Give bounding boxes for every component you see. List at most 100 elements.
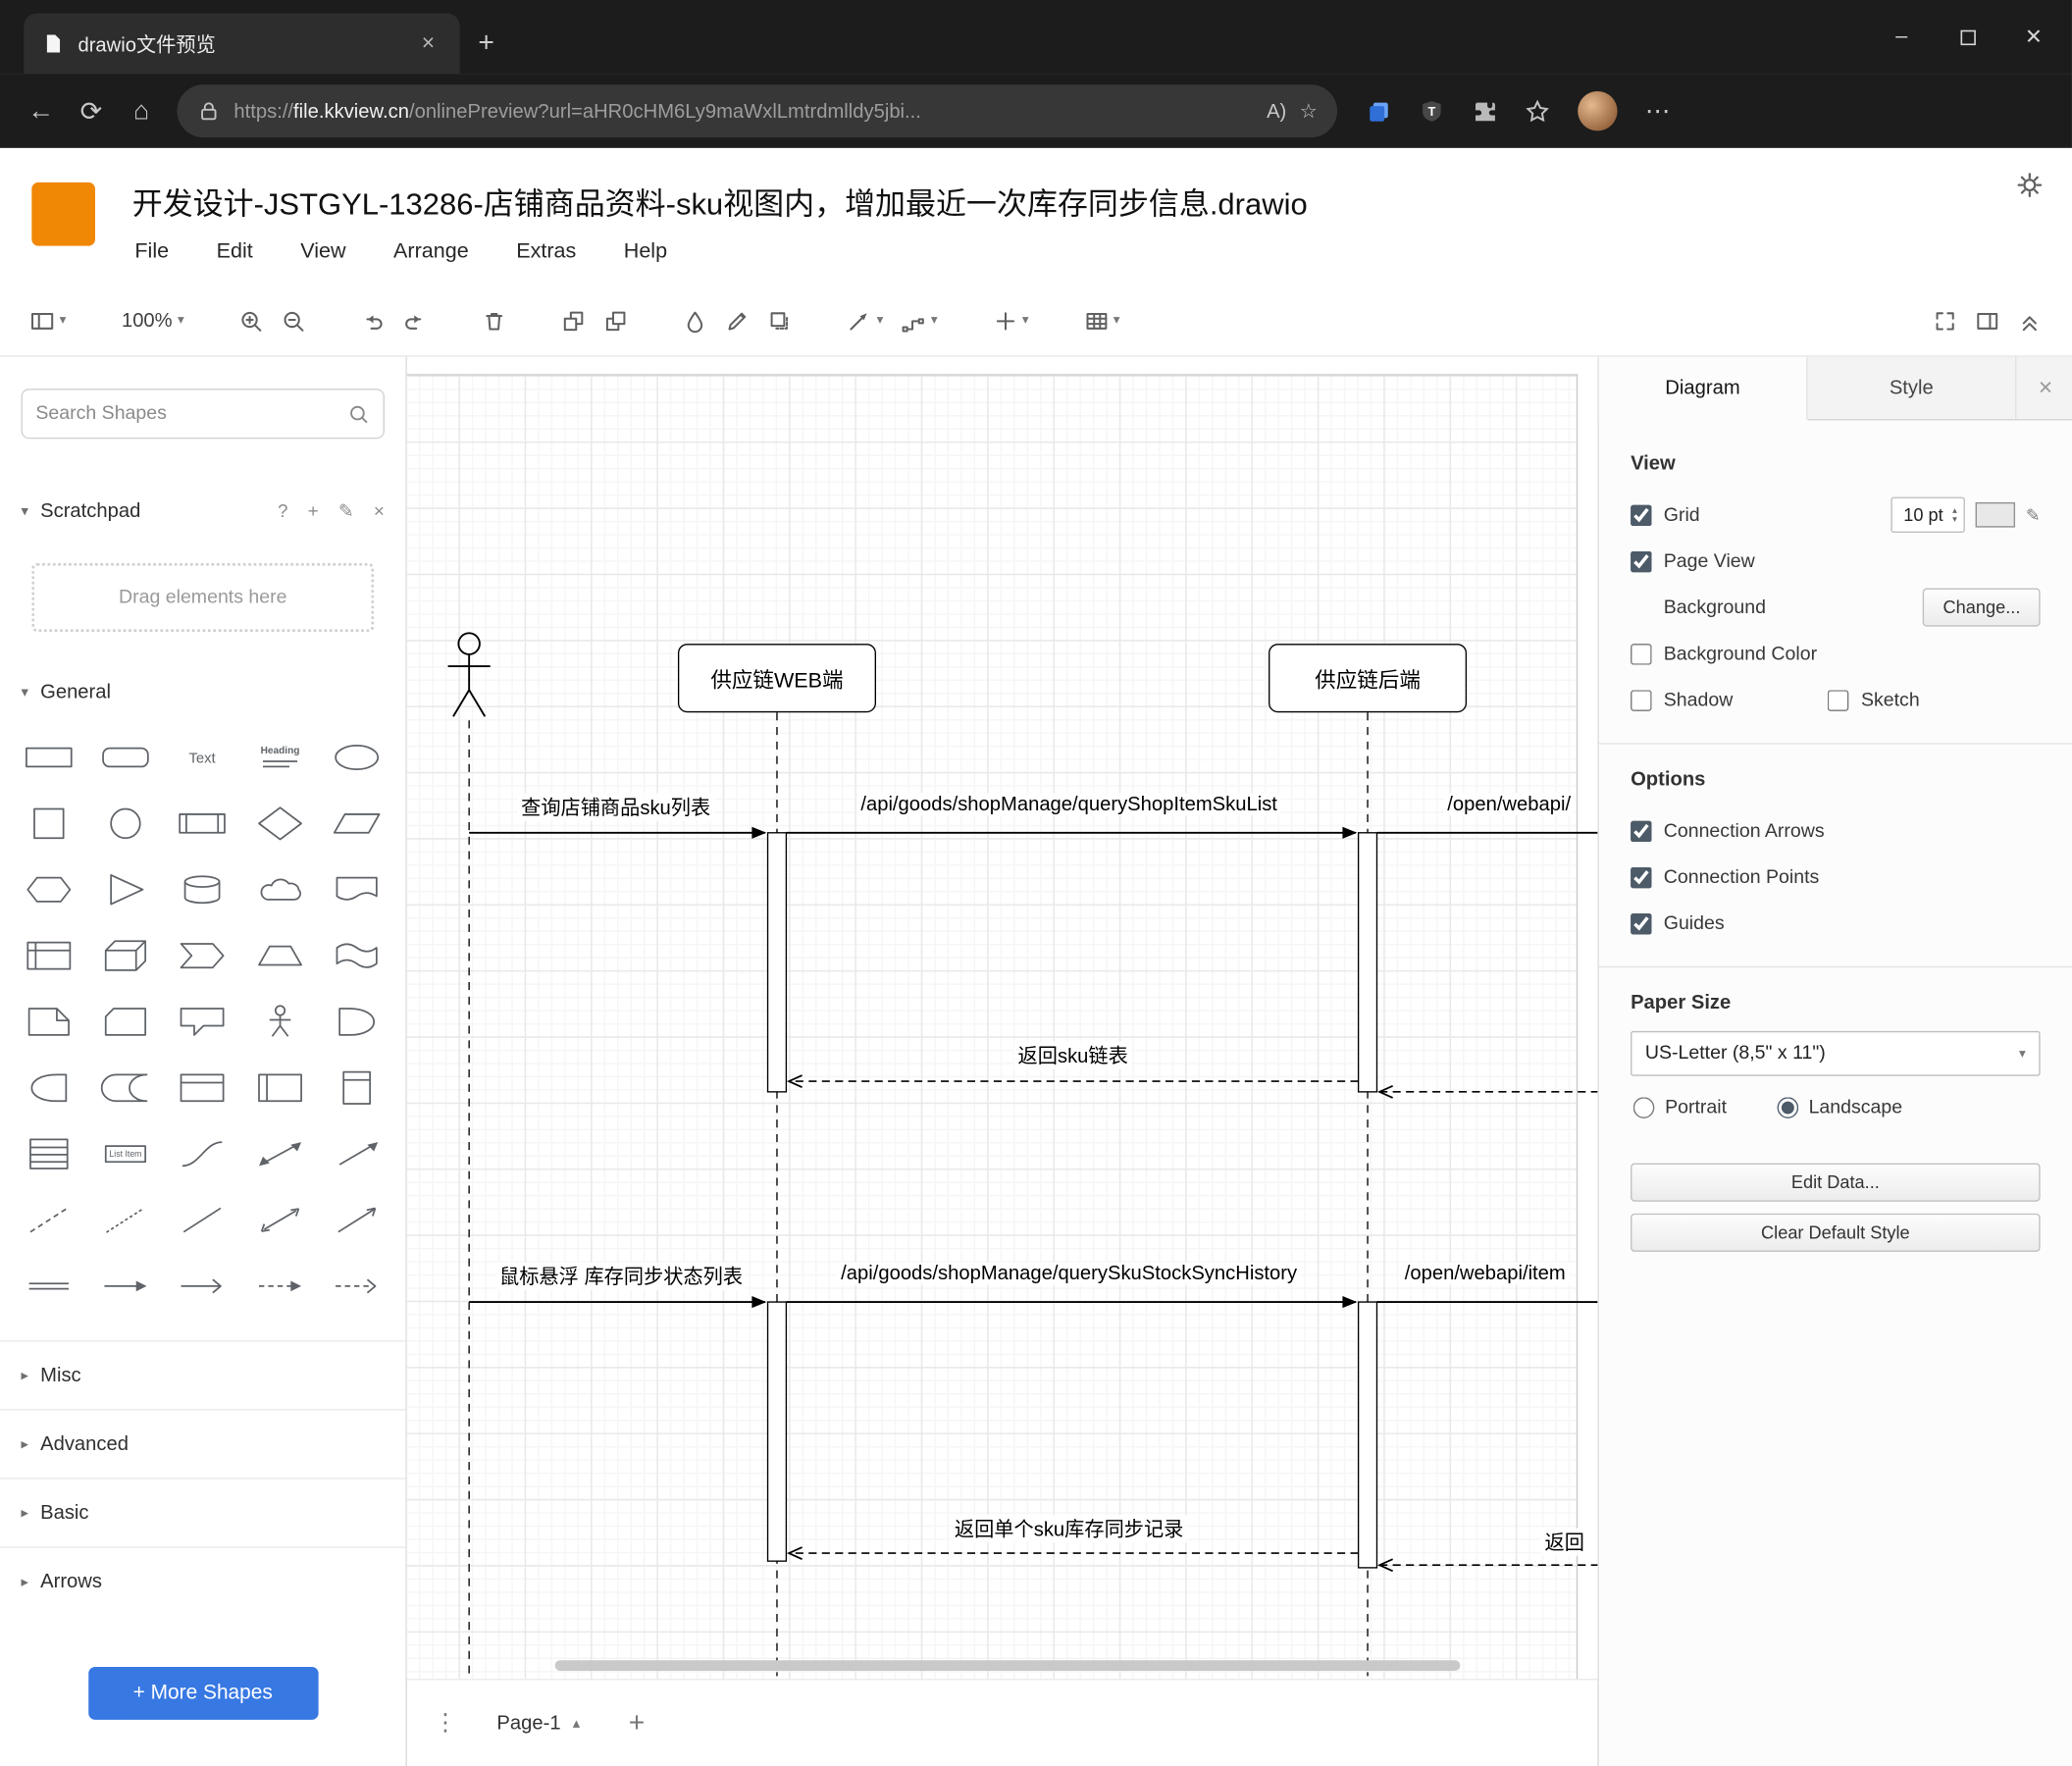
favorites-bar-star-icon[interactable] (1525, 98, 1550, 124)
profile-avatar[interactable] (1578, 90, 1618, 131)
favorite-star-icon[interactable]: ☆ (1300, 99, 1318, 123)
message-label-return-sku-list[interactable]: 返回sku链表 (1013, 1041, 1132, 1069)
connection-points-checkbox[interactable] (1631, 866, 1652, 888)
shape-hexagon[interactable] (11, 857, 87, 922)
connection-arrows-checkbox[interactable] (1631, 819, 1652, 842)
shape-card[interactable] (87, 989, 164, 1055)
zoom-dropdown[interactable]: 100% ▾ (113, 298, 194, 343)
menu-file[interactable]: File (134, 240, 169, 264)
to-back-button[interactable] (596, 298, 638, 343)
zoom-in-button[interactable] (231, 298, 273, 343)
shape-bidirectional-arrow[interactable] (241, 1121, 318, 1187)
pages-menu-icon[interactable]: ⋮ (426, 1709, 465, 1737)
collections-icon[interactable] (1367, 98, 1392, 124)
shape-dotted-line[interactable] (87, 1187, 164, 1253)
shape-cylinder[interactable] (165, 857, 241, 922)
shape-diamond[interactable] (241, 791, 318, 857)
shape-cloud[interactable] (241, 857, 318, 922)
page-view-checkbox[interactable] (1631, 550, 1652, 572)
scratchpad-header[interactable]: ▾ Scratchpad ? + ✎ × (0, 492, 405, 529)
connection-style-button[interactable]: ▾ (839, 298, 893, 343)
grid-color-edit-icon[interactable]: ✎ (2026, 504, 2041, 526)
tab-diagram[interactable]: Diagram (1598, 356, 1808, 421)
grid-color-swatch[interactable] (1975, 501, 2016, 528)
fill-color-button[interactable] (675, 298, 717, 343)
shape-link[interactable] (11, 1253, 87, 1319)
shape-and[interactable] (11, 1055, 87, 1120)
undo-button[interactable] (352, 298, 394, 343)
fullscreen-button[interactable] (1924, 298, 1966, 343)
shape-rectangle[interactable] (11, 724, 87, 790)
shape-callout[interactable] (165, 989, 241, 1055)
shape-dashed-open-arrow[interactable] (318, 1253, 394, 1319)
grid-checkbox[interactable] (1631, 503, 1652, 526)
shape-internal-storage[interactable] (11, 922, 87, 988)
shape-list-item[interactable]: List Item (87, 1121, 164, 1187)
background-color-checkbox[interactable] (1631, 643, 1652, 665)
search-input[interactable] (35, 402, 348, 425)
shape-open-arrow-right[interactable] (165, 1253, 241, 1319)
table-button[interactable]: ▾ (1075, 298, 1129, 343)
shape-note[interactable] (11, 989, 87, 1055)
landscape-radio[interactable] (1777, 1097, 1798, 1118)
more-shapes-button[interactable]: + More Shapes (87, 1666, 318, 1720)
window-close-button[interactable]: ✕ (2000, 0, 2066, 74)
to-front-button[interactable] (553, 298, 596, 343)
shape-parallelogram[interactable] (318, 791, 394, 857)
menu-arrange[interactable]: Arrange (393, 240, 469, 264)
shape-text[interactable]: Text (165, 724, 241, 790)
section-advanced[interactable]: ▸ Advanced (0, 1409, 406, 1478)
extensions-puzzle-icon[interactable] (1472, 98, 1497, 124)
shape-square[interactable] (11, 791, 87, 857)
message-label-open-webapi-item[interactable]: /open/webapi/item (1400, 1262, 1570, 1285)
message-label-hover-stock-sync[interactable]: 鼠标悬浮 库存同步状态列表 (494, 1262, 748, 1290)
back-icon[interactable]: ← (16, 86, 66, 136)
browser-menu-icon[interactable]: ⋯ (1645, 96, 1671, 127)
shape-vertical-pool[interactable] (318, 1055, 394, 1120)
message-label-return-single-sku[interactable]: 返回单个sku库存同步记录 (950, 1515, 1188, 1543)
home-icon[interactable]: ⌂ (117, 86, 167, 136)
redo-button[interactable] (394, 298, 437, 343)
menu-view[interactable]: View (300, 240, 345, 264)
shape-arrow-right[interactable] (87, 1253, 164, 1319)
section-arrows[interactable]: ▸ Arrows (0, 1546, 406, 1615)
url-bar[interactable]: https://file.kkview.cn/onlinePreview?url… (177, 84, 1338, 138)
spinner-arrows[interactable]: ▴ ▾ (1952, 505, 1957, 524)
shape-circle[interactable] (87, 791, 164, 857)
shape-actor[interactable] (241, 989, 318, 1055)
window-maximize-button[interactable] (1935, 0, 2000, 74)
shape-dashed-arrow[interactable] (241, 1253, 318, 1319)
shape-list[interactable] (11, 1121, 87, 1187)
shield-extension-icon[interactable]: T (1420, 98, 1445, 124)
activation-backend-1[interactable] (1357, 832, 1378, 1093)
shadow-button[interactable] (759, 298, 802, 343)
shape-step[interactable] (165, 922, 241, 988)
zoom-out-button[interactable] (273, 298, 315, 343)
shape-horizontal-pool[interactable] (241, 1055, 318, 1120)
lifeline-head-web[interactable]: 供应链WEB端 (677, 644, 876, 713)
shape-arrow[interactable] (318, 1121, 394, 1187)
activation-web-1[interactable] (766, 832, 788, 1093)
shape-trapezoid[interactable] (241, 922, 318, 988)
shape-document[interactable] (318, 857, 394, 922)
activation-web-2[interactable] (766, 1301, 788, 1562)
message-label-query-sku-list[interactable]: 查询店铺商品sku列表 (517, 793, 715, 821)
shape-rounded-rectangle[interactable] (87, 724, 164, 790)
section-basic[interactable]: ▸ Basic (0, 1478, 406, 1546)
menu-extras[interactable]: Extras (516, 240, 576, 264)
add-page-button[interactable]: + (617, 1707, 656, 1739)
window-minimize-button[interactable]: – (1869, 0, 1935, 74)
menu-edit[interactable]: Edit (217, 240, 253, 264)
section-general[interactable]: ▾ General (0, 661, 405, 722)
page-tab[interactable]: Page-1 ▴ (476, 1698, 601, 1747)
menu-help[interactable]: Help (624, 240, 667, 264)
paper-size-select[interactable]: US-Letter (8,5" x 11") ▾ (1631, 1030, 2041, 1076)
shape-curve[interactable] (165, 1121, 241, 1187)
shadow-checkbox[interactable] (1631, 689, 1652, 711)
delete-button[interactable] (474, 298, 516, 343)
sketch-checkbox[interactable] (1828, 689, 1849, 711)
shape-or[interactable] (318, 989, 394, 1055)
collapse-expand-button[interactable] (2008, 298, 2050, 343)
actor-figure[interactable] (447, 632, 491, 717)
activation-backend-2[interactable] (1357, 1301, 1378, 1569)
